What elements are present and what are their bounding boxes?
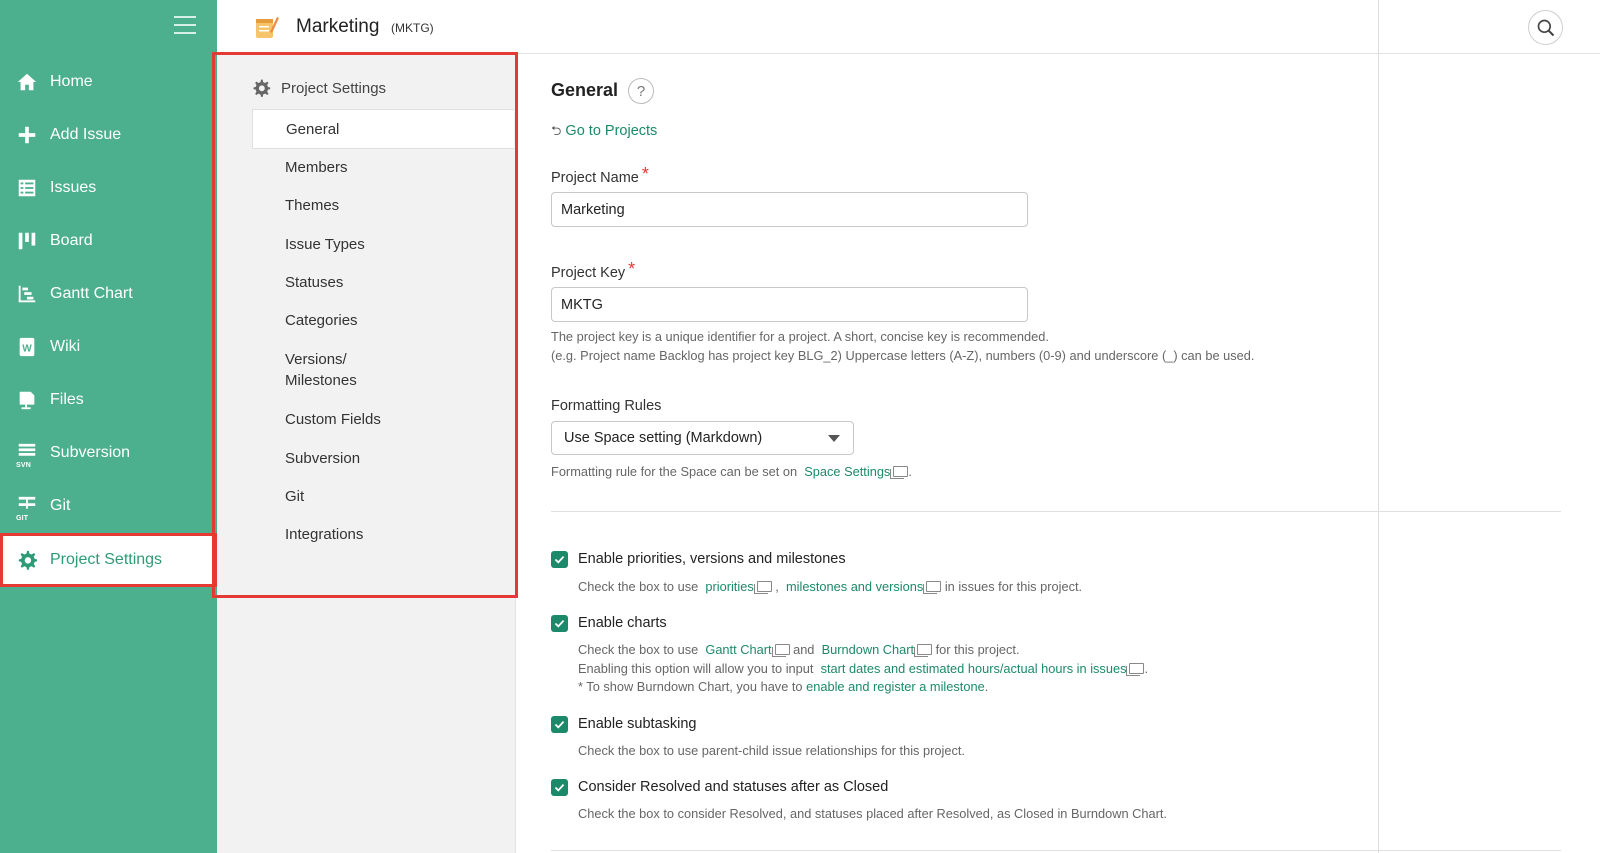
- burndown-chart-link[interactable]: Burndown Chart: [822, 642, 914, 657]
- sidebar-item-label: Subversion: [50, 444, 131, 461]
- sidebar-item-label: Add Issue: [50, 126, 122, 143]
- external-window-icon: [923, 581, 942, 594]
- settings-nav-highlight: [212, 52, 518, 598]
- enable-subtasking-label: Enable subtasking: [578, 716, 697, 732]
- checkmark-icon: [554, 620, 565, 628]
- required-mark: *: [641, 164, 649, 184]
- back-arrow-icon: ⮌: [551, 123, 562, 138]
- required-mark: *: [628, 259, 636, 279]
- right-edge-divider: [1378, 0, 1379, 853]
- enable-charts-label: Enable charts: [578, 615, 667, 631]
- sidebar-item-label: Gantt Chart: [50, 285, 133, 302]
- milestones-versions-link[interactable]: milestones and versions: [786, 579, 923, 594]
- files-icon: [16, 389, 38, 411]
- external-window-icon: [753, 581, 772, 594]
- project-key-help: The project key is a unique identifier f…: [551, 329, 1255, 363]
- enable-priorities-checkbox[interactable]: [551, 551, 568, 568]
- external-window-icon: [914, 644, 933, 657]
- sidebar-item-subversion[interactable]: SVN Subversion: [0, 426, 217, 480]
- help-icon[interactable]: ?: [628, 78, 654, 104]
- enable-priorities-help: Check the box to use priorities , milest…: [578, 579, 1083, 594]
- external-window-icon: [890, 466, 909, 479]
- sidebar-item-label: Wiki: [50, 338, 81, 355]
- git-caption: GIT: [16, 515, 29, 522]
- git-icon: GIT: [16, 495, 38, 522]
- sidebar-item-project-settings[interactable]: Project Settings: [0, 533, 217, 587]
- consider-resolved-checkbox[interactable]: [551, 779, 568, 796]
- project-key-label: Project Key *: [551, 259, 636, 281]
- header: Marketing (MKTG): [217, 0, 1600, 54]
- enable-subtasking-checkbox[interactable]: [551, 716, 568, 733]
- sidebar-item-gantt-chart[interactable]: Gantt Chart: [0, 267, 217, 321]
- enable-charts-checkbox[interactable]: [551, 615, 568, 632]
- svn-caption: SVN: [16, 462, 31, 469]
- sidebar-item-board[interactable]: Board: [0, 214, 217, 268]
- sidebar-item-issues[interactable]: Issues: [0, 161, 217, 215]
- project-icon: [253, 14, 279, 40]
- gear-icon: [16, 549, 38, 571]
- list-icon: [16, 177, 38, 199]
- subversion-icon: SVN: [16, 442, 38, 469]
- sidebar-item-label: Home: [50, 73, 93, 90]
- project-title: Marketing: [296, 16, 380, 37]
- project-key: (MKTG): [391, 21, 434, 35]
- project-name-input[interactable]: Marketing: [551, 192, 1028, 227]
- section-divider: [551, 850, 1561, 851]
- sidebar-item-wiki[interactable]: W Wiki: [0, 320, 217, 374]
- consider-resolved-help: Check the box to consider Resolved, and …: [578, 806, 1167, 821]
- sidebar-item-label: Issues: [50, 179, 97, 196]
- chevron-down-icon: [828, 435, 840, 442]
- checkmark-icon: [554, 784, 565, 792]
- sidebar-item-files[interactable]: Files: [0, 373, 217, 427]
- sidebar-item-label: Files: [50, 391, 84, 408]
- enable-subtasking-help: Check the box to use parent-child issue …: [578, 743, 965, 758]
- external-window-icon: [771, 644, 790, 657]
- enable-milestone-link[interactable]: enable and register a milestone: [806, 679, 985, 694]
- plus-icon: [16, 124, 38, 146]
- formatting-rules-label: Formatting Rules: [551, 398, 662, 414]
- home-icon: [16, 71, 38, 93]
- sidebar: Home Add Issue Issues Board Gantt Chart …: [0, 0, 217, 853]
- start-dates-hours-link[interactable]: start dates and estimated hours/actual h…: [821, 661, 1127, 676]
- sidebar-item-label: Project Settings: [50, 551, 163, 568]
- go-to-projects-label: Go to Projects: [565, 123, 658, 139]
- formatting-rules-help: Formatting rule for the Space can be set…: [551, 464, 912, 479]
- search-icon: [1537, 19, 1554, 36]
- section-divider: [551, 511, 1561, 512]
- enable-charts-help: Check the box to use Gantt Chart and Bur…: [578, 642, 1149, 694]
- sidebar-item-add-issue[interactable]: Add Issue: [0, 108, 217, 162]
- wiki-icon: W: [16, 336, 38, 358]
- consider-resolved-label: Consider Resolved and statuses after as …: [578, 779, 889, 795]
- enable-priorities-label: Enable priorities, versions and mileston…: [578, 551, 846, 567]
- gantt-icon: [16, 283, 38, 305]
- space-settings-link[interactable]: Space Settings: [804, 464, 890, 479]
- gantt-chart-link[interactable]: Gantt Chart: [705, 642, 771, 657]
- search-button[interactable]: [1528, 10, 1563, 45]
- svg-text:W: W: [22, 344, 32, 355]
- sidebar-item-git[interactable]: GIT Git: [0, 479, 217, 533]
- board-icon: [16, 230, 38, 252]
- formatting-rules-value: Use Space setting (Markdown): [564, 430, 763, 446]
- sidebar-item-label: Git: [50, 497, 71, 514]
- hamburger-menu-icon[interactable]: [174, 16, 196, 34]
- priorities-link[interactable]: priorities: [705, 579, 753, 594]
- external-window-icon: [1126, 662, 1145, 676]
- checkmark-icon: [554, 721, 565, 729]
- checkmark-icon: [554, 556, 565, 564]
- formatting-rules-select[interactable]: Use Space setting (Markdown): [551, 421, 854, 455]
- project-name-label: Project Name *: [551, 164, 649, 186]
- sidebar-item-home[interactable]: Home: [0, 55, 217, 109]
- page-title: General: [551, 80, 619, 100]
- sidebar-item-label: Board: [50, 232, 93, 249]
- go-to-projects-link[interactable]: ⮌ Go to Projects: [551, 122, 657, 144]
- project-key-input[interactable]: MKTG: [551, 287, 1028, 322]
